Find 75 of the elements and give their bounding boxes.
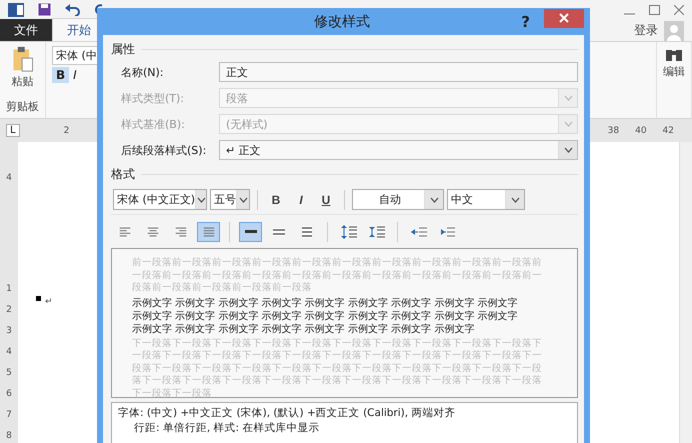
justify-button[interactable] (197, 222, 220, 242)
ruler-number: 7 (6, 409, 12, 422)
scrollbar[interactable] (679, 142, 692, 443)
editing-button[interactable]: 编辑 (663, 64, 685, 80)
field-label: 样式类型(T): (121, 90, 186, 106)
single-spacing-button[interactable] (239, 222, 262, 242)
line-spacing-icon (272, 228, 286, 236)
ruler-number: 1 (6, 283, 12, 296)
field-label: 名称(N): (121, 64, 165, 80)
ruler-number: 4 (6, 346, 12, 359)
line-spacing-icon (300, 227, 314, 237)
undo-icon[interactable] (65, 4, 81, 16)
ruler-number: 2 (6, 304, 12, 317)
input-field[interactable]: 正文 (219, 62, 578, 82)
font-dropdown[interactable]: 宋体 (中文正文) (113, 189, 207, 210)
style-description: 字体: (中文) +中文正文 (宋体), (默认) +西文正文 (Calibri), 两端对齐 (118, 406, 456, 420)
tab-selector[interactable]: L (6, 124, 20, 138)
ruler-number: 38 (608, 126, 620, 136)
ruler-number: 4 (6, 172, 12, 185)
align-center-icon (146, 227, 160, 237)
section-heading: 格式 (111, 166, 135, 183)
dropdown-field[interactable]: ↵ 正文 (219, 140, 578, 160)
sample-text: 示例文字 示例文字 示例文字 示例文字 示例文字 示例文字 示例文字 示例文字 示例文字 (132, 310, 518, 322)
ruler-number: 2 (64, 126, 70, 136)
group-label: 剪贴板 (6, 99, 39, 114)
clipboard-icon[interactable] (10, 46, 34, 72)
ribbon-tab[interactable]: 文件 (0, 19, 52, 42)
bold-button[interactable]: B (52, 67, 70, 84)
underline-button[interactable]: U (315, 190, 337, 210)
line-spacing-icon (244, 228, 258, 236)
size-dropdown[interactable]: 五号 (210, 189, 250, 210)
ruler-number: 3 (6, 325, 12, 338)
italic-button[interactable]: I (69, 67, 81, 84)
style-description: 行距: 单倍行距, 样式: 在样式库中显示 (133, 421, 320, 435)
dropdown-caret-icon (564, 95, 572, 101)
paste-button[interactable]: 粘贴 (12, 74, 34, 90)
align-right-icon (174, 227, 188, 237)
previous-paragraph-text: 前一段落前一段落前一段落前一段落前一段落前一段落前一段落前一段落前一段落前一段落前一段落前一段落前一段落前一段落前一段落前一段落前一段落前一段落前一段落前一段落前一段落前一段落前一段落前一段落前一段落 (132, 257, 542, 294)
indent-increase-icon (438, 227, 454, 237)
ruler-number: 8 (6, 430, 12, 443)
bold-button[interactable]: B (265, 190, 287, 210)
paragraph-mark: ↵ (45, 297, 53, 306)
dropdown-caret-icon (564, 147, 572, 153)
ruler-number: 42 (662, 126, 674, 136)
bullet-icon (36, 296, 41, 301)
close-button[interactable] (544, 8, 584, 28)
justify-icon (202, 227, 216, 237)
field-label: 样式基准(B): (121, 116, 186, 132)
dialog-title: 修改样式 (313, 12, 370, 30)
indent-decrease-icon (410, 227, 426, 237)
paragraph-spacing-icon (368, 225, 384, 239)
help-button[interactable]: ? (521, 12, 530, 30)
color-dropdown[interactable]: 自动 (352, 189, 444, 210)
field-label: 后续段落样式(S): (121, 142, 208, 158)
ruler-number: 5 (6, 367, 12, 380)
align-left-icon (118, 227, 132, 237)
dropdown-caret-icon (564, 121, 572, 127)
close-icon (558, 13, 569, 23)
dropdown-caret-icon (196, 196, 206, 202)
ruler-number: 40 (635, 126, 647, 136)
dropdown-caret-icon (430, 196, 438, 202)
sample-text: 示例文字 示例文字 示例文字 示例文字 示例文字 示例文字 示例文字 示例文字 示例文字 (132, 296, 518, 310)
paragraph-spacing-icon (340, 225, 356, 239)
close-icon[interactable] (674, 4, 684, 15)
sample-text: 示例文字 示例文字 示例文字 示例文字 示例文字 示例文字 示例文字 示例文字 (132, 322, 476, 336)
ruler-number: 6 (6, 388, 12, 401)
maximize-icon[interactable] (649, 4, 660, 15)
language-dropdown[interactable]: 中文 (447, 189, 525, 210)
save-icon[interactable] (38, 3, 51, 16)
dropdown-caret-icon (238, 196, 248, 202)
dropdown-caret-icon (510, 196, 520, 202)
sign-in-link[interactable]: 登录 (634, 22, 658, 39)
word-logo-icon (8, 2, 24, 17)
italic-button[interactable]: I (290, 190, 312, 210)
next-paragraph-text: 下一段落下一段落下一段落下一段落下一段落下一段落下一段落下一段落下一段落下一段落下一段落下一段落下一段落下一段落下一段落下一段落下一段落下一段落下一段落下一段落下一段落下一段落下一段落下一段落下一段落下一段落下一段落下一段落下一段落下一段落下一段落下一段落下一段落下一段落下一段落下一段落下一段落下一段落下一段落下一段落下一段落下一段落下一段落 (132, 338, 542, 400)
